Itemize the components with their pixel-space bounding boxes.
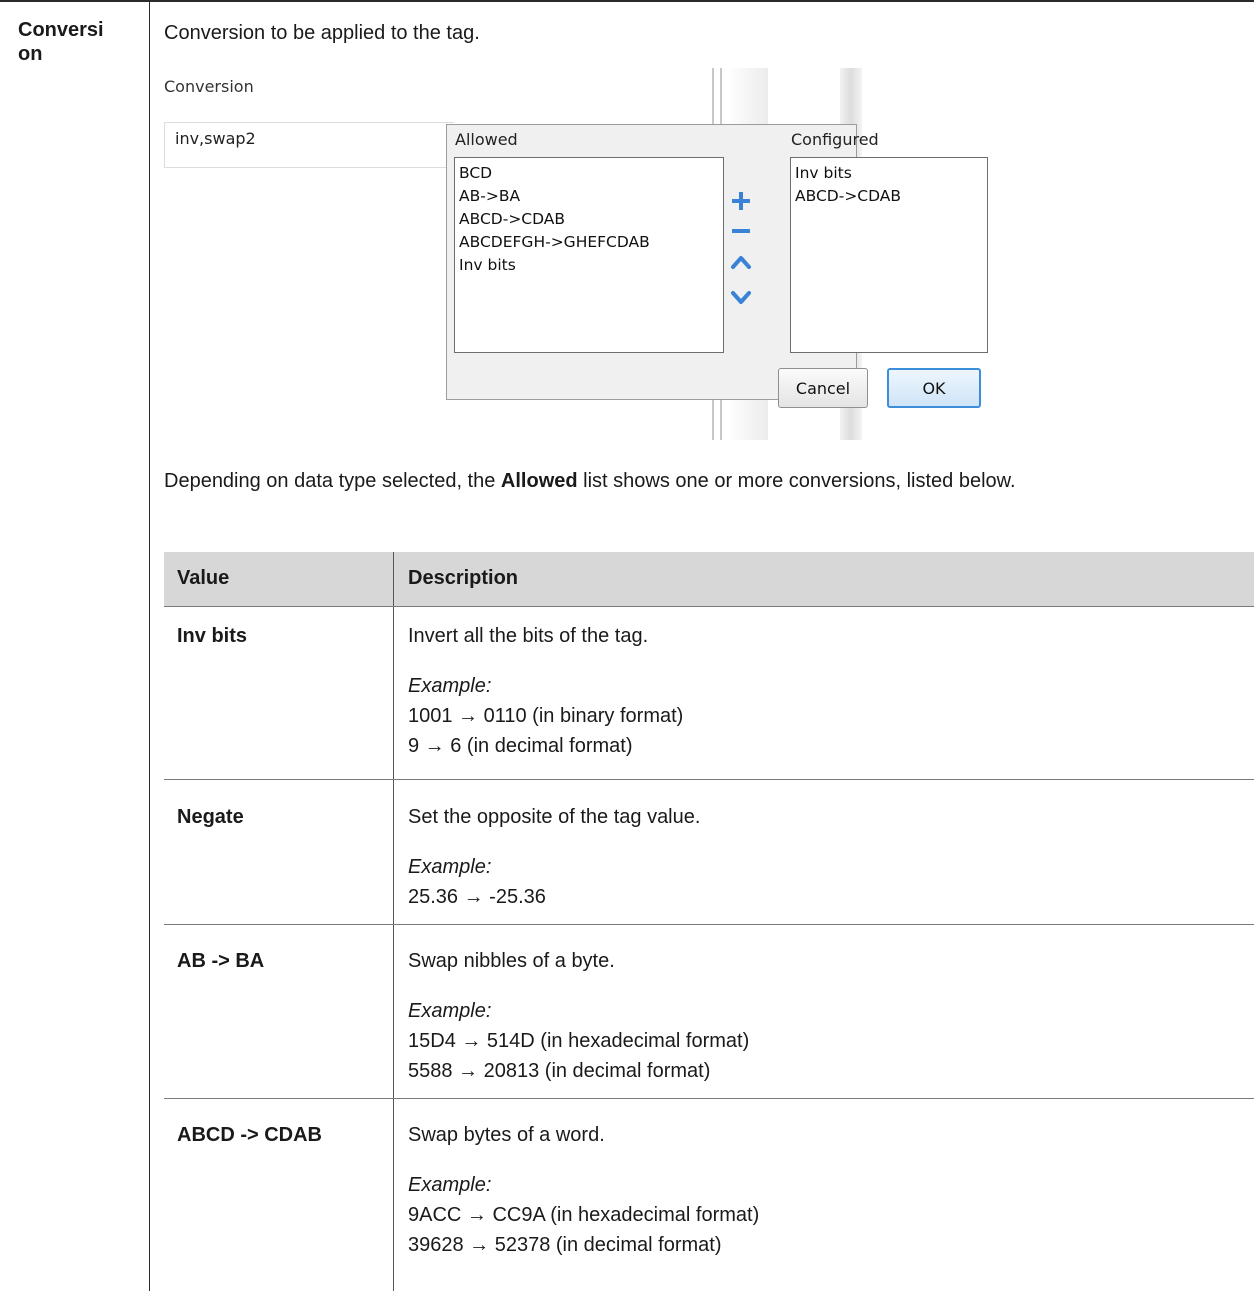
term-label: Conversi on [18,18,142,66]
intro-text: Conversion to be applied to the tag. [164,22,480,44]
configured-list[interactable]: Inv bits ABCD->CDAB [790,157,988,353]
configured-list-title: Configured [791,130,879,149]
conversion-dialog: Allowed BCD AB->BA ABCD->CDAB ABCDEFGH->… [446,124,988,400]
plus-icon[interactable] [729,189,753,213]
column-header-value: Value [177,567,230,589]
table-cell-value: ABCD -> CDAB [177,1124,322,1146]
example-label: Example: [408,1000,492,1022]
example-label: Example: [408,675,492,697]
list-item[interactable]: ABCDEFGH->GHEFCDAB [459,231,719,254]
table-row-divider [164,606,1254,607]
paragraph-bold: Allowed [500,470,578,492]
list-item[interactable]: BCD [459,162,719,185]
table-row-divider [164,1098,1254,1099]
paragraph-text: list shows one or more conversions, list… [577,470,1016,492]
cancel-button[interactable]: Cancel [778,368,868,408]
minus-icon[interactable] [729,219,753,243]
table-cell-description: Swap nibbles of a byte. Example: 15D4 → … [408,946,749,1086]
table-column-divider [393,552,394,1291]
list-item[interactable]: AB->BA [459,185,719,208]
example-line: 1001 → 0110 (in binary format) [408,705,684,727]
table-cell-value: Inv bits [177,625,248,647]
example-line: 5588 → 20813 (in decimal format) [408,1060,711,1082]
example-line: 15D4 → 514D (in hexadecimal format) [408,1030,750,1052]
paragraph-text: Depending on data type selected, the [164,470,501,492]
conversion-input[interactable]: inv,swap2 [164,122,454,168]
column-header-description: Description [408,567,519,589]
table-cell-value: Negate [177,806,244,828]
list-item[interactable]: ABCD->CDAB [459,208,719,231]
list-item[interactable]: Inv bits [459,254,719,277]
table-cell-description: Invert all the bits of the tag. Example:… [408,621,683,761]
example-line: 25.36 → -25.36 [408,886,546,908]
example-line: 9ACC → CC9A (in hexadecimal format) [408,1204,760,1226]
table-header: Value Description [164,552,1254,606]
chevron-down-icon[interactable] [729,285,753,309]
allowed-description: Depending on data type selected, the All… [164,466,1234,496]
ok-button[interactable]: OK [887,368,981,408]
chevron-up-icon[interactable] [729,251,753,275]
term-label-line-1: Conversi [18,19,104,41]
conversion-field-label: Conversion [164,77,254,96]
description-text: Set the opposite of the tag value. [408,806,701,828]
example-line: 9 → 6 (in decimal format) [408,735,633,757]
description-text: Swap nibbles of a byte. [408,950,615,972]
table-cell-value: AB -> BA [177,950,265,972]
list-item[interactable]: Inv bits [795,162,983,185]
top-rule [0,0,1254,2]
example-label: Example: [408,1174,492,1196]
table-row-divider [164,779,1254,780]
allowed-list-title: Allowed [455,130,518,149]
conversion-screenshot: Conversion inv,swap2 Allowed BCD AB->BA … [150,60,988,440]
example-line: 39628 → 52378 (in decimal format) [408,1234,722,1256]
list-item[interactable]: ABCD->CDAB [795,185,983,208]
example-label: Example: [408,856,492,878]
term-label-line-2: on [18,43,43,65]
table-cell-description: Swap bytes of a word. Example: 9ACC → CC… [408,1120,759,1260]
description-text: Swap bytes of a word. [408,1124,605,1146]
table-cell-description: Set the opposite of the tag value. Examp… [408,802,700,912]
table-row-divider [164,924,1254,925]
allowed-list[interactable]: BCD AB->BA ABCD->CDAB ABCDEFGH->GHEFCDAB… [454,157,724,353]
description-text: Invert all the bits of the tag. [408,625,649,647]
